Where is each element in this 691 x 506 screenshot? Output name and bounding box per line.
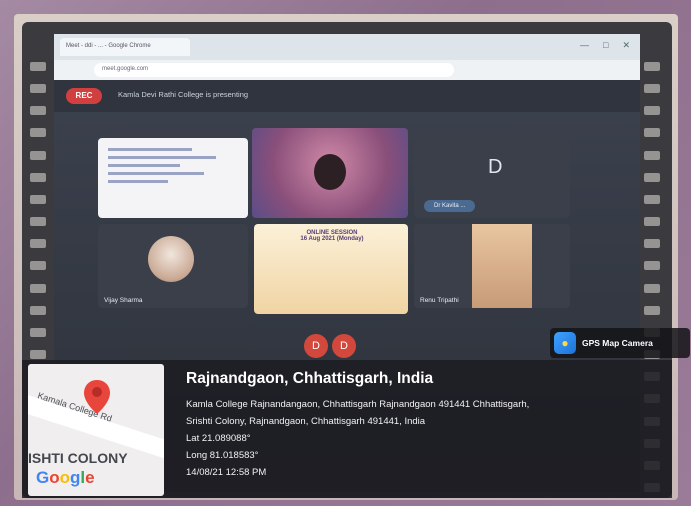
participant-tile-vijay[interactable]: Vijay Sharma bbox=[98, 224, 248, 308]
window-controls: — □ ✕ bbox=[580, 40, 630, 51]
participant-tile-camera[interactable] bbox=[252, 128, 408, 218]
avatar-letter: D bbox=[488, 156, 503, 178]
google-logo: Google bbox=[36, 468, 95, 487]
address-line-1: Kamla College Rajnandangaon, Chhattisgar… bbox=[186, 399, 530, 410]
banner-title: ONLINE SESSION 16 Aug 2021 (Monday) bbox=[300, 230, 364, 242]
avatar bbox=[148, 236, 194, 282]
browser-tab-bar: Meet - ddi - ... - Google Chrome — □ ✕ bbox=[54, 34, 640, 60]
latitude: Lat 21.089088° bbox=[186, 433, 251, 444]
browser-tab[interactable]: Meet - ddi - ... - Google Chrome bbox=[60, 38, 190, 56]
address-bar: meet.google.com bbox=[54, 60, 640, 80]
gps-app-label: GPS Map Camera bbox=[582, 338, 653, 348]
participant-tile-banner[interactable]: ONLINE SESSION 16 Aug 2021 (Monday) bbox=[254, 224, 408, 314]
url-field[interactable]: meet.google.com bbox=[94, 63, 454, 77]
gps-details: Rajnandgaon, Chhattisgarh, India Kamla C… bbox=[186, 370, 666, 481]
map-thumbnail: Kamala College Rd ISHTI COLONY Google bbox=[28, 364, 164, 496]
location-pin-icon bbox=[84, 380, 110, 414]
presentation-tile[interactable] bbox=[98, 138, 248, 218]
gps-overlay: Kamala College Rd ISHTI COLONY Google Ra… bbox=[22, 360, 672, 498]
participant-name: Renu Tripathi bbox=[420, 297, 459, 304]
longitude: Long 81.018583° bbox=[186, 450, 259, 461]
participant-avatar[interactable]: D bbox=[332, 334, 356, 358]
recording-badge: REC bbox=[66, 88, 102, 104]
participant-video bbox=[472, 224, 532, 308]
close-icon[interactable]: ✕ bbox=[622, 40, 630, 51]
map-pin-icon: ● bbox=[554, 332, 576, 354]
map-area-label: ISHTI COLONY bbox=[28, 450, 128, 466]
participant-tile-d[interactable]: D Dr Kavita ... bbox=[414, 138, 570, 218]
maximize-icon[interactable]: □ bbox=[603, 40, 608, 51]
participant-avatar[interactable]: D bbox=[304, 334, 328, 358]
timestamp: 14/08/21 12:58 PM bbox=[186, 467, 267, 478]
gps-app-tag: ● GPS Map Camera bbox=[550, 328, 690, 358]
location-city: Rajnandgaon, Chhattisgarh, India bbox=[186, 370, 434, 387]
address-line-2: Srishti Colony, Rajnandgaon, Chhattisgar… bbox=[186, 416, 426, 427]
participant-head bbox=[314, 154, 346, 190]
presenting-text: Kamla Devi Rathi College is presenting bbox=[118, 90, 249, 99]
participant-tile-renu[interactable]: Renu Tripathi bbox=[414, 224, 570, 308]
meet-header: REC Kamla Devi Rathi College is presenti… bbox=[54, 80, 640, 112]
minimize-icon[interactable]: — bbox=[580, 40, 589, 51]
participant-name: Dr Kavita ... bbox=[424, 200, 476, 212]
slide-content bbox=[108, 148, 228, 188]
participant-name: Vijay Sharma bbox=[104, 297, 143, 304]
